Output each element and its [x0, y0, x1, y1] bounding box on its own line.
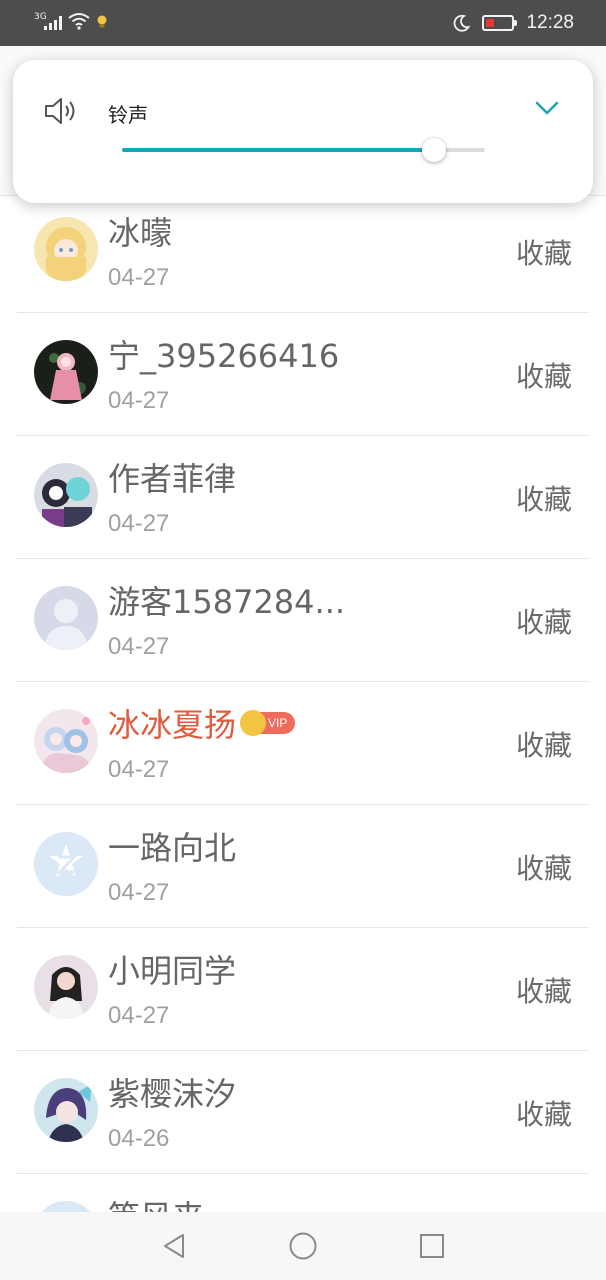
- volume-panel: 铃声: [13, 60, 593, 203]
- avatar[interactable]: [34, 955, 98, 1019]
- date: 04-27: [108, 264, 170, 291]
- date: 04-27: [108, 387, 170, 414]
- home-button[interactable]: [286, 1229, 320, 1263]
- do-not-disturb-moon-icon: [454, 14, 471, 32]
- list-item[interactable]: 冰冰夏扬 VIP 04-27 收藏: [17, 682, 589, 805]
- list-item[interactable]: 宁_395266416 04-27 收藏: [17, 313, 589, 436]
- list-item[interactable]: 游客1587284... 04-27 收藏: [17, 559, 589, 682]
- favorite-button[interactable]: 收藏: [516, 601, 572, 641]
- avatar[interactable]: [34, 217, 98, 281]
- list-item[interactable]: 小明同学 04-27 收藏: [17, 928, 589, 1051]
- favorite-button[interactable]: 收藏: [516, 1093, 572, 1133]
- battery-level: [486, 19, 495, 27]
- user-name[interactable]: 作者菲律: [108, 454, 236, 500]
- user-name[interactable]: 紫樱沫汐: [108, 1069, 236, 1115]
- name-line: 小明同学: [108, 946, 236, 992]
- battery-icon: [482, 15, 518, 31]
- name-line: 游客1587284...: [108, 577, 345, 623]
- speaker-icon[interactable]: [43, 96, 79, 126]
- name-line: 紫樱沫汐: [108, 1069, 236, 1115]
- user-name[interactable]: 一路向北: [108, 823, 236, 869]
- wifi-icon: [68, 13, 90, 30]
- back-icon: [164, 1234, 185, 1258]
- user-list: 冰曚 04-27 收藏 宁_395266416 04-27 收藏 作者菲律 04…: [17, 190, 589, 1280]
- recents-icon: [419, 1234, 444, 1258]
- name-line: 作者菲律: [108, 454, 236, 500]
- name-line: 宁_395266416: [108, 331, 339, 377]
- name-line: 冰冰夏扬 VIP: [108, 700, 296, 746]
- favorite-button[interactable]: 收藏: [516, 724, 572, 764]
- signal-icon: [44, 16, 62, 30]
- user-name[interactable]: 宁_395266416: [108, 331, 339, 377]
- status-right: 12:28: [452, 9, 574, 37]
- crown-icon: [240, 710, 267, 736]
- favorite-button[interactable]: 收藏: [516, 970, 572, 1010]
- user-name[interactable]: 小明同学: [108, 946, 236, 992]
- vip-badge: VIP: [240, 710, 296, 736]
- status-time: 12:28: [526, 12, 574, 33]
- avatar[interactable]: [34, 340, 98, 404]
- favorite-button[interactable]: 收藏: [516, 355, 572, 395]
- nav-bar: [0, 1212, 606, 1280]
- name-line: 冰曚: [108, 208, 172, 254]
- home-icon: [289, 1232, 317, 1260]
- user-name[interactable]: 游客1587284...: [108, 577, 345, 623]
- user-name[interactable]: 冰冰夏扬: [108, 700, 236, 746]
- avatar[interactable]: [34, 463, 98, 527]
- list-item[interactable]: 冰曚 04-27 收藏: [17, 190, 589, 313]
- list-item[interactable]: 作者菲律 04-27 收藏: [17, 436, 589, 559]
- volume-label: 铃声: [108, 103, 148, 127]
- favorite-button[interactable]: 收藏: [516, 478, 572, 518]
- date: 04-27: [108, 633, 170, 660]
- notification-bulb-icon: [97, 15, 107, 28]
- status-bar: 3G 12:28: [0, 0, 606, 46]
- date: 04-27: [108, 879, 170, 906]
- date: 04-26: [108, 1125, 170, 1152]
- back-button[interactable]: [157, 1229, 191, 1263]
- slider-thumb[interactable]: [422, 138, 447, 162]
- avatar[interactable]: [34, 709, 98, 773]
- date: 04-27: [108, 1002, 170, 1029]
- vip-label: VIP: [268, 716, 288, 730]
- date: 04-27: [108, 510, 170, 537]
- chevron-down-icon[interactable]: [535, 100, 559, 116]
- avatar[interactable]: [34, 1078, 98, 1142]
- list-item[interactable]: 紫樱沫汐 04-26 收藏: [17, 1051, 589, 1174]
- favorite-button[interactable]: 收藏: [516, 232, 572, 272]
- user-name[interactable]: 冰曚: [108, 208, 172, 254]
- name-line: 一路向北: [108, 823, 236, 869]
- volume-slider[interactable]: [122, 138, 485, 162]
- date: 04-27: [108, 756, 170, 783]
- avatar[interactable]: [34, 832, 98, 896]
- favorite-button[interactable]: 收藏: [516, 847, 572, 887]
- avatar[interactable]: [34, 586, 98, 650]
- list-item[interactable]: 一路向北 04-27 收藏: [17, 805, 589, 928]
- recents-button[interactable]: [415, 1229, 449, 1263]
- slider-fill: [122, 148, 435, 152]
